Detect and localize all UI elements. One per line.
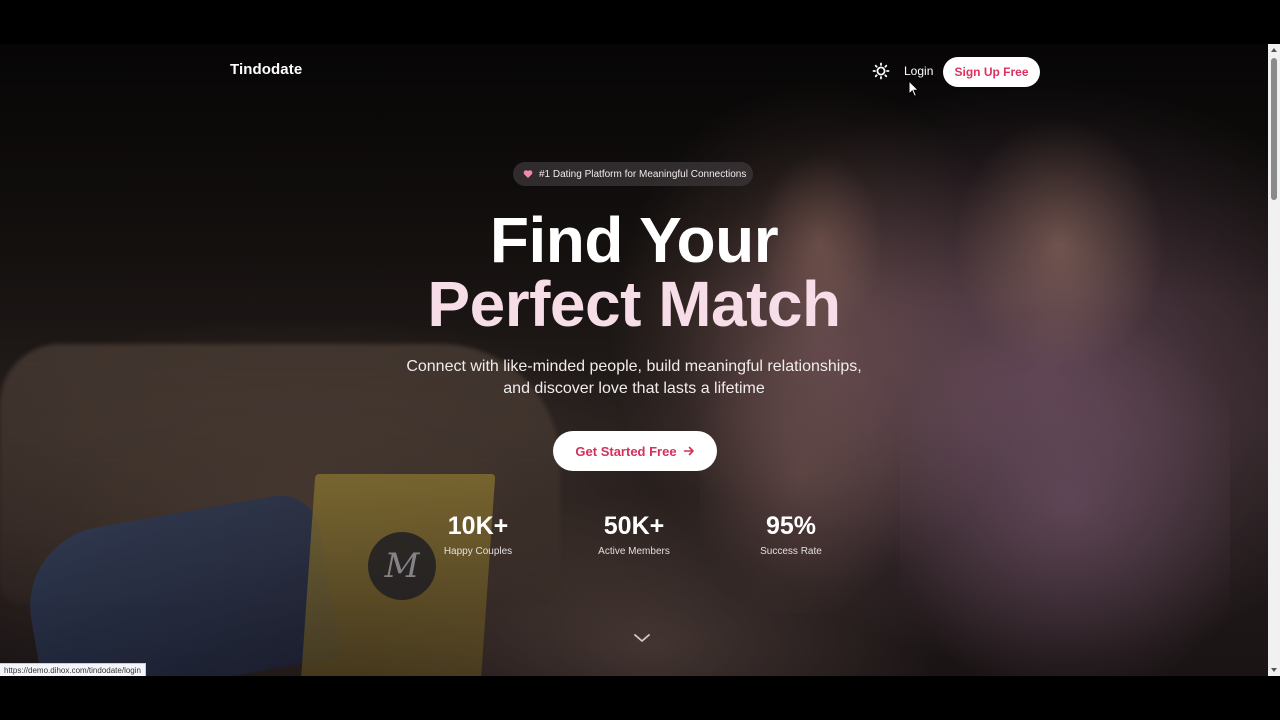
theme-toggle-button[interactable] — [872, 62, 890, 80]
letterbox-top — [0, 0, 1280, 44]
stat-value: 10K+ — [447, 512, 509, 540]
get-started-button[interactable]: Get Started Free — [553, 431, 717, 471]
sun-icon — [872, 62, 890, 80]
hero-subtitle-line2: and discover love that lasts a lifetime — [503, 380, 765, 397]
stat-label: Success Rate — [760, 546, 822, 557]
mouse-cursor-icon — [908, 80, 920, 97]
scroll-down-arrow-icon[interactable] — [1270, 666, 1278, 674]
stat-success-rate: 95% Success Rate — [731, 510, 851, 557]
stat-happy-couples: 10K+ Happy Couples — [418, 510, 538, 557]
scroll-up-arrow-icon[interactable] — [1270, 46, 1278, 54]
hero-badge-text: #1 Dating Platform for Meaningful Connec… — [539, 168, 747, 180]
hero-subtitle: Connect with like-minded people, build m… — [0, 356, 1268, 400]
scrollbar-thumb[interactable] — [1271, 58, 1277, 200]
page-scrollbar[interactable] — [1268, 44, 1280, 676]
hero-subtitle-line1: Connect with like-minded people, build m… — [406, 358, 862, 375]
arrow-right-icon — [683, 446, 694, 456]
browser-viewport: M Tindodate Login Sign Up Free #1 D — [0, 44, 1268, 676]
get-started-label: Get Started Free — [575, 443, 677, 459]
status-bar-url: https://demo.dihox.com/tindodate/login — [0, 663, 146, 676]
heart-icon — [523, 170, 533, 178]
brand-logo[interactable]: Tindodate — [230, 61, 302, 78]
stat-value: 95% — [765, 512, 817, 540]
stat-label: Happy Couples — [443, 546, 513, 557]
stat-value: 50K+ — [603, 512, 665, 540]
chevron-down-icon[interactable] — [633, 632, 651, 644]
stat-label: Active Members — [598, 546, 670, 557]
letterbox-bottom — [0, 676, 1280, 720]
login-link[interactable]: Login — [904, 64, 933, 78]
signup-button[interactable]: Sign Up Free — [943, 57, 1040, 87]
hero-badge: #1 Dating Platform for Meaningful Connec… — [513, 162, 753, 186]
hero-title-line2: Perfect Match — [427, 268, 841, 340]
stat-active-members: 50K+ Active Members — [574, 510, 694, 557]
